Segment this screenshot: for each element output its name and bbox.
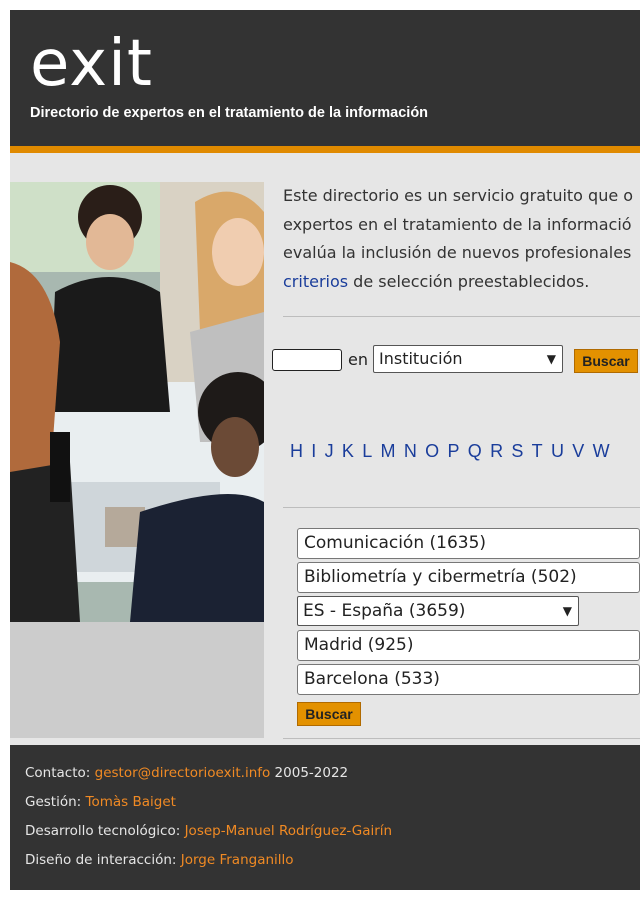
intro-line: criterios de selección preestablecidos. [283,268,640,297]
footer-label: Diseño de interacción: [25,852,181,868]
search-field-select[interactable]: Institución ▼ [373,345,563,373]
intro-text: Este directorio es un servicio gratuito … [283,182,640,296]
alphabet-letter-r[interactable]: R [490,441,503,462]
intro-line: evalúa la inclusión de nuevos profesiona… [283,243,632,262]
footer-label: Desarrollo tecnológico: [25,823,185,839]
alphabet-letter-u[interactable]: U [551,441,564,462]
search-input[interactable] [272,349,342,371]
intro-line: Este directorio es un servicio gratuito … [283,186,634,205]
alphabet-letter-l[interactable]: L [362,441,372,462]
criteria-link[interactable]: criterios [283,272,348,291]
filter-search-button[interactable]: Buscar [297,702,361,726]
divider [283,316,640,317]
alphabet-letter-j[interactable]: J [325,441,334,462]
city-filter-madrid[interactable]: Madrid (925) [297,630,640,661]
search-button[interactable]: Buscar [574,349,638,373]
management-link[interactable]: Tomàs Baiget [86,794,176,810]
search-field-value: Institución [379,349,463,368]
footer-contact: Contacto: gestor@directorioexit.info 200… [25,765,348,781]
site-header: exit Directorio de expertos en el tratam… [10,10,640,150]
alphabet-letter-i[interactable]: I [311,441,316,462]
alphabet-letter-o[interactable]: O [425,441,439,462]
site-logo[interactable]: exit [30,32,153,96]
designer-link[interactable]: Jorge Franganillo [181,852,294,868]
footer-development: Desarrollo tecnológico: Josep-Manuel Rod… [25,823,392,839]
contact-email-link[interactable]: gestor@directorioexit.info [95,765,271,781]
country-select[interactable]: ES - España (3659) ▼ [297,596,579,626]
site-footer: Contacto: gestor@directorioexit.info 200… [10,745,640,890]
subtopic-filter[interactable]: Bibliometría y cibermetría (502) [297,562,640,593]
footer-management: Gestión: Tomàs Baiget [25,794,176,810]
alphabet-nav: HIJKLMNOPQRSTUVW [290,441,640,465]
chevron-down-icon: ▼ [562,604,572,618]
alphabet-letter-w[interactable]: W [593,441,610,462]
site-tagline: Directorio de expertos en el tratamiento… [30,105,429,121]
alphabet-letter-n[interactable]: N [404,441,417,462]
header-accent-bar [10,146,640,153]
alphabet-letter-m[interactable]: M [381,441,396,462]
country-value: ES - España (3659) [303,601,466,621]
en-label: en [348,350,368,369]
city-filter-barcelona[interactable]: Barcelona (533) [297,664,640,695]
alphabet-letter-s[interactable]: S [511,441,523,462]
team-photo [10,182,264,622]
chevron-down-icon: ▼ [546,352,556,366]
alphabet-letter-q[interactable]: Q [468,441,482,462]
photo-column [10,182,264,738]
alphabet-letter-k[interactable]: K [342,441,354,462]
intro-line: expertos en el tratamiento de la informa… [283,214,632,234]
topic-filter[interactable]: Comunicación (1635) [297,528,640,559]
alphabet-letter-v[interactable]: V [572,441,584,462]
alphabet-letter-h[interactable]: H [290,441,303,462]
footer-label: Contacto: [25,765,95,781]
developer-link[interactable]: Josep-Manuel Rodríguez-Gairín [185,823,393,839]
alphabet-letter-p[interactable]: P [447,441,459,462]
footer-years: 2005-2022 [270,765,349,781]
footer-label: Gestión: [25,794,86,810]
alphabet-letter-t[interactable]: T [532,441,543,462]
footer-design: Diseño de interacción: Jorge Franganillo [25,852,294,868]
divider [283,738,640,739]
divider [283,507,640,508]
intro-line-rest: de selección preestablecidos. [348,271,590,291]
